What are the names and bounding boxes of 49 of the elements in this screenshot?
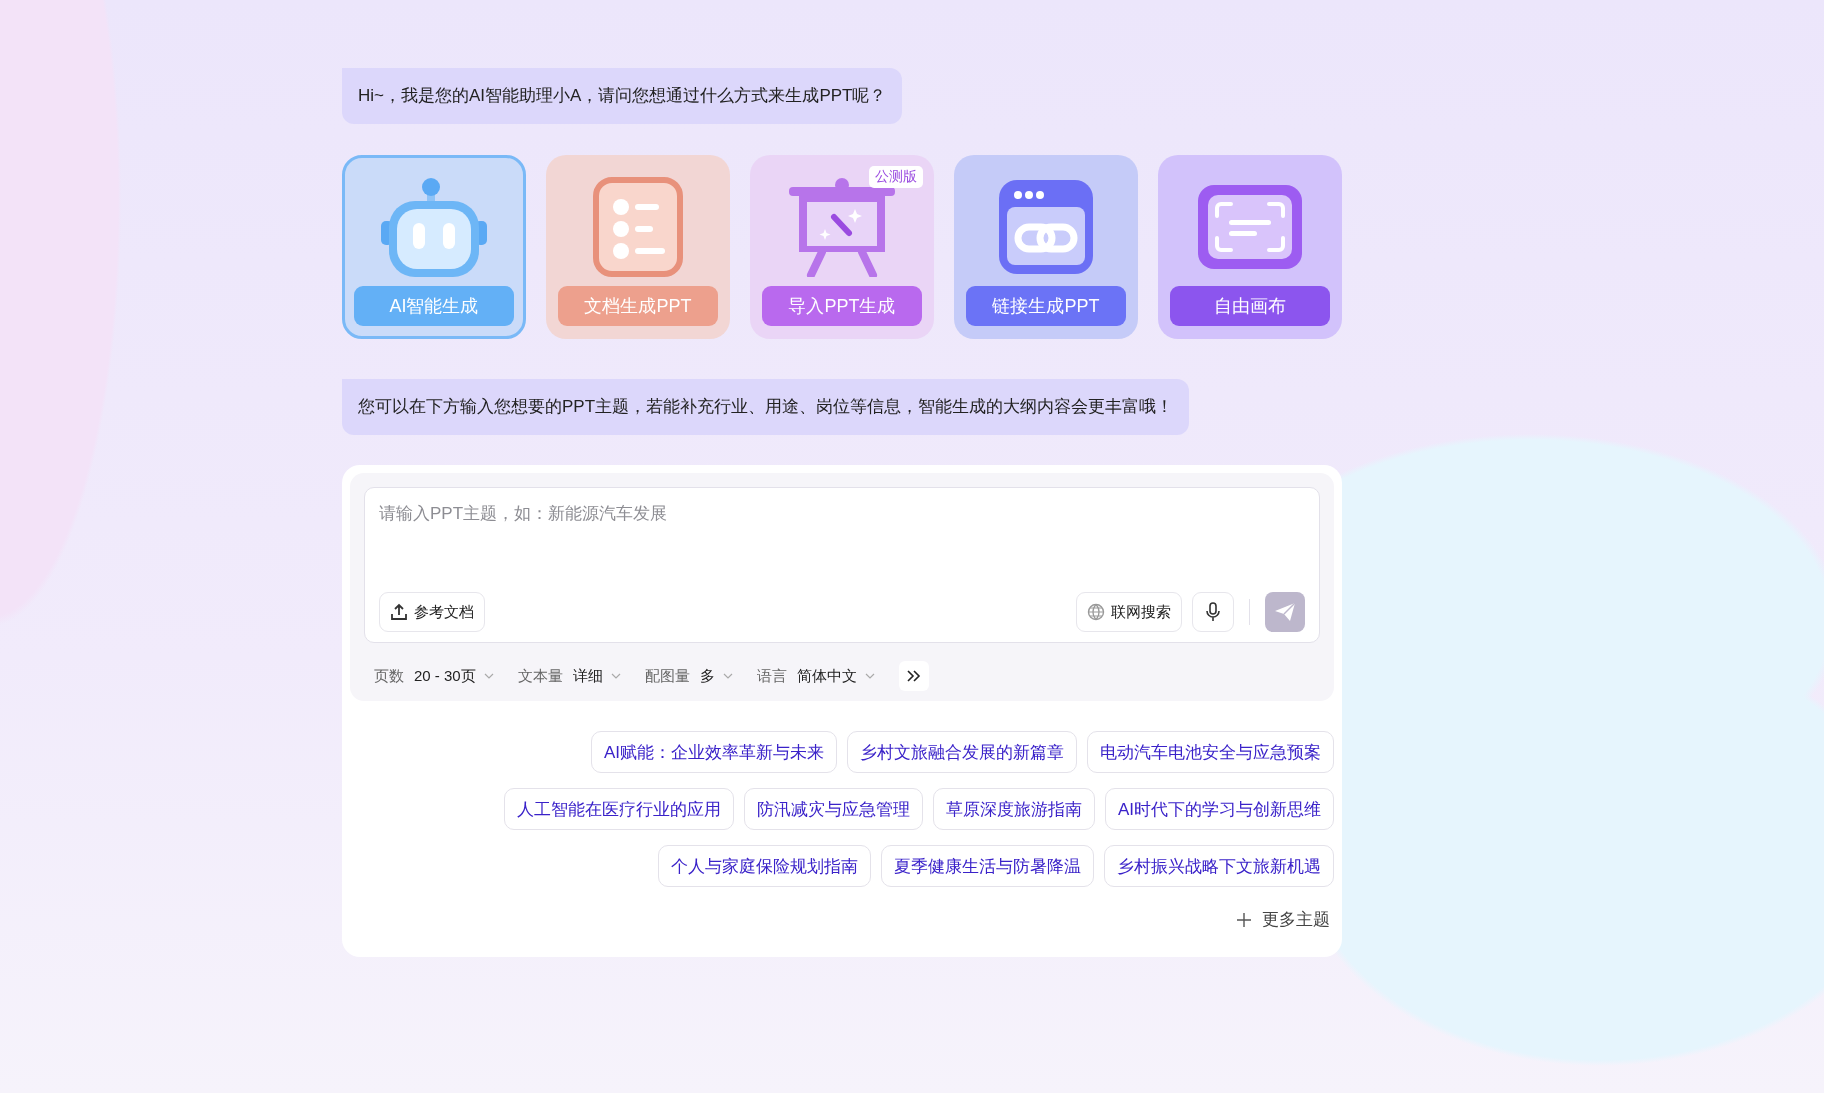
list-document-icon: [593, 177, 683, 277]
mode-label: 文档生成PPT: [558, 286, 718, 326]
web-search-button[interactable]: 联网搜索: [1076, 592, 1182, 632]
microphone-icon: [1205, 602, 1221, 622]
microphone-button[interactable]: [1192, 592, 1234, 632]
caret-icon: [483, 673, 494, 679]
topic-chip[interactable]: 人工智能在医疗行业的应用: [503, 788, 734, 830]
topic-chip[interactable]: 电动汽车电池安全与应急预案: [1087, 731, 1334, 773]
chat-message: 您可以在下方输入您想要的PPT主题，若能补充行业、用途、岗位等信息，智能生成的大纲内容会更丰富哦！: [342, 379, 1190, 435]
chat-message: Hi~，我是您的AI智能助理小A，请问您想通过什么方式来生成PPT呢？: [342, 68, 903, 124]
plus-icon: [1236, 911, 1252, 928]
option-label: 页数: [374, 666, 404, 686]
topic-chip[interactable]: 个人与家庭保险规划指南: [658, 845, 871, 887]
beta-badge: 公测版: [869, 166, 923, 188]
option-dropdown[interactable]: 多: [699, 666, 733, 686]
topic-chip[interactable]: 防汛减灾与应急管理: [743, 788, 923, 830]
topic-chip[interactable]: AI赋能：企业效率革新与未来: [590, 731, 837, 773]
option-label: 文本量: [517, 666, 563, 686]
mode-card[interactable]: 链接生成PPT: [954, 155, 1138, 339]
topic-input[interactable]: 请输入PPT主题，如：新能源汽车发展 参考文档 联网搜索: [364, 487, 1320, 643]
topic-chip[interactable]: 草原深度旅游指南: [932, 788, 1095, 830]
robot-icon: [379, 177, 489, 277]
topic-chip[interactable]: 乡村文旅融合发展的新篇章: [847, 731, 1077, 773]
option-label: 配图量: [644, 666, 690, 686]
send-icon: [1274, 602, 1296, 622]
mode-label: 链接生成PPT: [966, 286, 1126, 326]
scan-frame-icon: [1195, 182, 1305, 272]
caret-icon: [610, 673, 621, 679]
topic-chip[interactable]: AI时代下的学习与创新思维: [1104, 788, 1334, 830]
mode-label: 导入PPT生成: [762, 286, 922, 326]
topic-chip[interactable]: 乡村振兴战略下文旅新机遇: [1104, 845, 1334, 887]
globe-icon: [1087, 603, 1105, 621]
option-dropdown[interactable]: 20 - 30页: [414, 666, 494, 686]
upload-button[interactable]: 参考文档: [379, 592, 485, 632]
browser-link-icon: [996, 177, 1096, 277]
caret-icon: [864, 673, 875, 679]
mode-card[interactable]: 自由画布: [1158, 155, 1342, 339]
caret-icon: [722, 673, 733, 679]
option-label: 语言: [756, 666, 787, 686]
option-dropdown[interactable]: 简体中文: [796, 666, 875, 686]
double-chevron-icon: [906, 670, 921, 682]
more-topics-button[interactable]: 更多主题: [1232, 908, 1334, 931]
mode-card[interactable]: 公测版 导入PPT生成: [750, 155, 934, 339]
mode-label: 自由画布: [1170, 286, 1330, 326]
upload-icon: [390, 603, 408, 621]
expand-options-button[interactable]: [898, 661, 929, 691]
topic-chip[interactable]: 夏季健康生活与防暑降温: [881, 845, 1094, 887]
mode-label: AI智能生成: [354, 286, 514, 326]
option-dropdown[interactable]: 详细: [572, 666, 621, 686]
